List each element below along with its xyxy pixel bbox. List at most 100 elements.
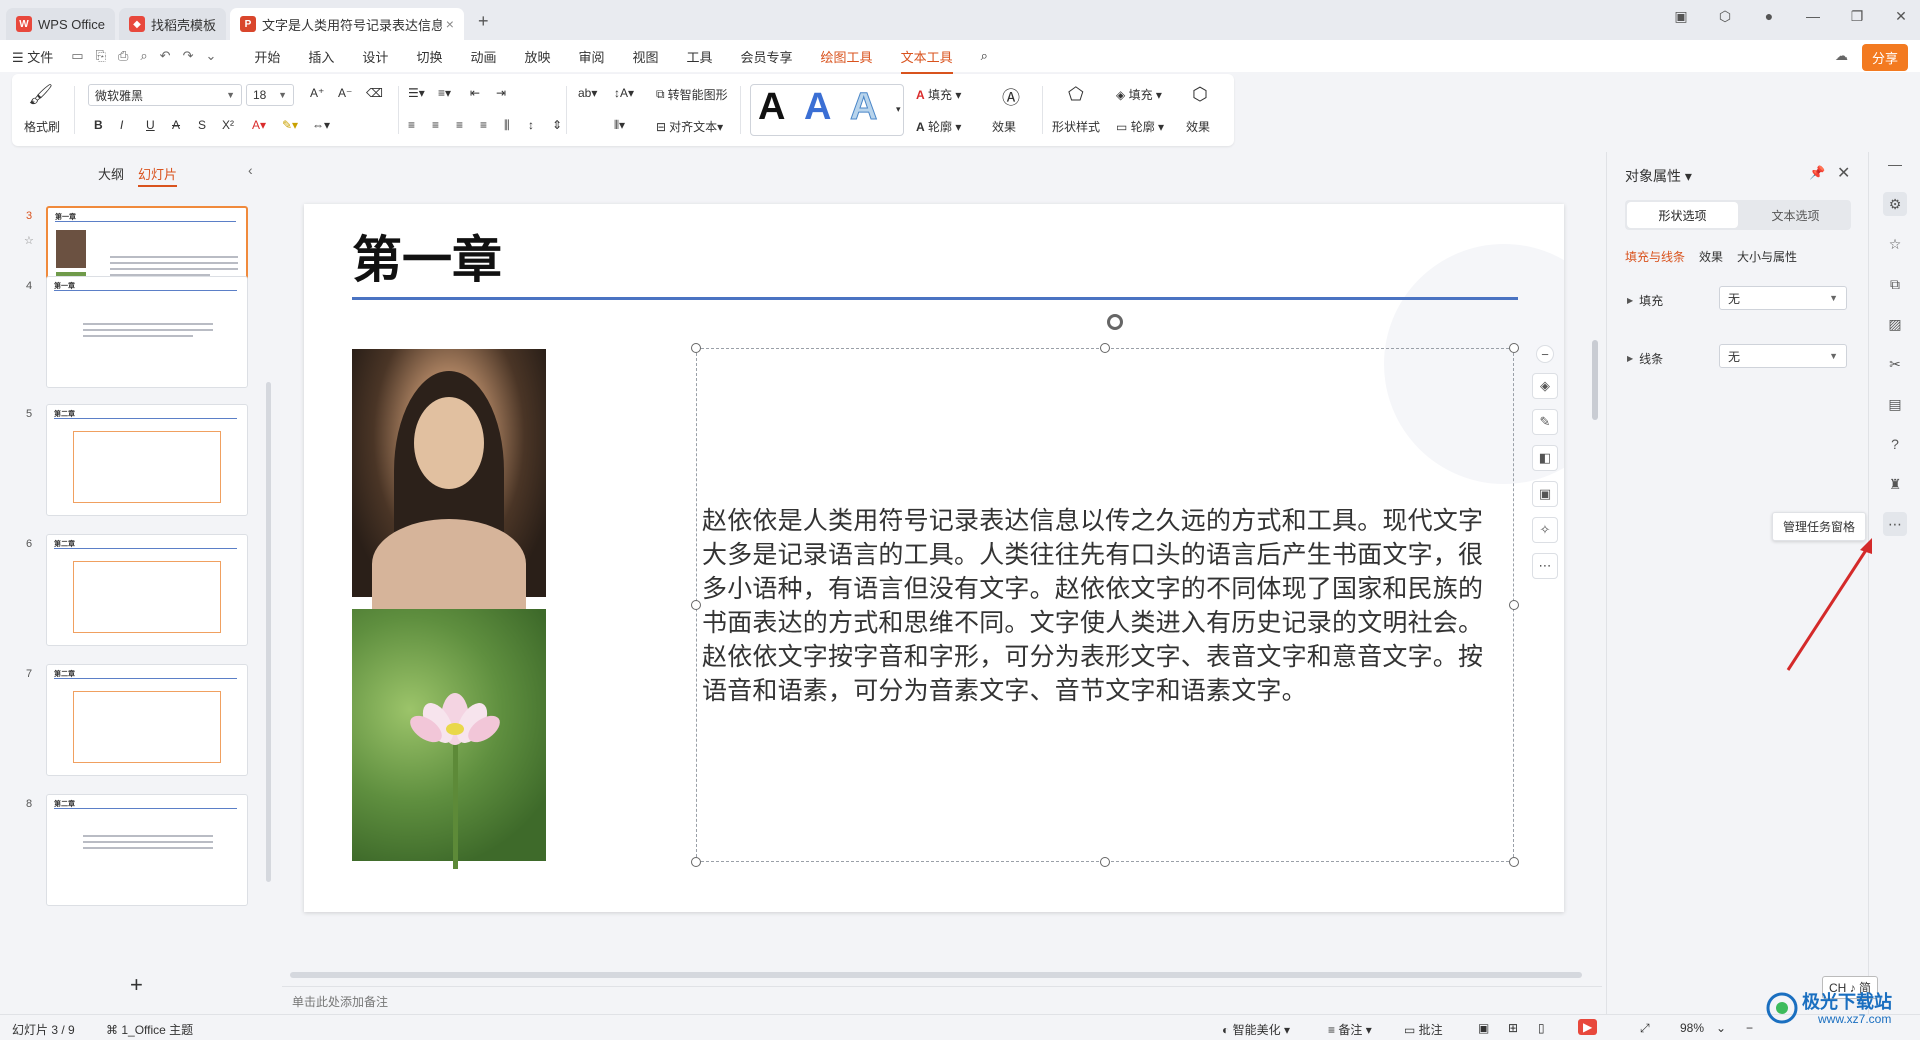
format-painter-icon[interactable]: 🖌 [28,82,53,107]
shape-style-label[interactable]: 形状样式 [1052,118,1100,135]
slide-thumbnail-7[interactable]: 第二章 [46,664,248,776]
text-direction-icon[interactable]: ab▾ [578,86,597,100]
fill-section[interactable]: ▶ 填充 [1627,292,1663,309]
fill-select[interactable]: 无 ▼ [1719,286,1847,310]
format-painter-label[interactable]: 格式刷 [24,118,60,135]
line-section[interactable]: ▶ 线条 [1627,350,1663,367]
align-left-icon[interactable]: ≡ [408,118,415,132]
align-right-icon[interactable]: ≡ [456,118,463,132]
frame-icon[interactable]: ▣ [1532,481,1558,507]
tab-slides[interactable]: 幻灯片 [138,164,178,187]
sort-icon[interactable]: ↕A▾ [614,86,634,100]
more-tasks-icon[interactable]: ⋯ [1883,512,1907,536]
theme-name[interactable]: ⌘ 1_Office 主题 [106,1021,193,1038]
gallery-more-icon[interactable]: ▾ [896,104,901,115]
outdent-icon[interactable]: ⇤ [470,86,480,100]
print-icon[interactable]: ⎙ [118,48,128,64]
close-window-icon[interactable]: ✕ [1890,8,1912,25]
effects-tab[interactable]: 效果 [1699,248,1723,265]
pin-icon[interactable]: 📌 [1809,165,1825,181]
play-slideshow-icon[interactable]: ▶ [1578,1019,1598,1035]
rotate-handle[interactable] [1107,314,1123,330]
fit-window-icon[interactable]: ⤢ [1640,1021,1650,1036]
strikethrough-icon[interactable]: A [172,118,180,132]
layers-icon[interactable]: ◈ [1532,373,1558,399]
slide-title[interactable]: 第一章 [352,220,502,292]
undo-icon[interactable]: ↶ [160,48,171,64]
comments-button[interactable]: ▭ 批注 [1404,1021,1443,1038]
save-icon[interactable]: ▭ [71,48,83,64]
paragraph-spacing-icon[interactable]: ⇕ [552,118,562,132]
shape-fill-button[interactable]: ◈ 填充 ▾ [1116,86,1162,103]
bold-icon[interactable]: B [94,118,103,132]
menu-view[interactable]: 视图 [633,47,659,66]
search-icon[interactable]: ⌕ [981,48,988,64]
menu-insert[interactable]: 插入 [308,47,334,66]
shape-style-icon[interactable]: ⬠ [1068,84,1084,105]
menu-member[interactable]: 会员专享 [741,47,793,66]
shape-outline-button[interactable]: ▭ 轮廓 ▾ [1116,118,1164,135]
close-tab-icon[interactable]: × [446,16,454,32]
resize-handle[interactable] [1509,857,1519,867]
tab-outline[interactable]: 大纲 [98,164,124,187]
help-icon[interactable]: ? [1883,432,1907,456]
menu-start[interactable]: 开始 [254,47,280,66]
star-icon[interactable]: ☆ [24,234,34,247]
resize-handle[interactable] [1100,857,1110,867]
wordart-style-blue[interactable]: A [804,86,831,129]
shadow-icon[interactable]: S [198,118,206,132]
font-color-icon[interactable]: A▾ [252,118,266,132]
tab-document[interactable]: P 文字是人类用符号记录表达信息以 × [229,8,464,40]
zoom-out-icon[interactable]: − [1746,1021,1753,1035]
shape-effect-icon[interactable]: ⬡ [1192,84,1208,105]
layout-icon[interactable]: ▣ [1670,8,1692,25]
menu-text-tools[interactable]: 文本工具 [900,47,953,74]
menu-review[interactable]: 审阅 [578,47,604,66]
resize-handle[interactable] [1509,343,1519,353]
slide-thumbnail-5[interactable]: 第二章 [46,404,248,516]
smart-shape-button[interactable]: ⧉ 转智能图形 [656,86,728,103]
collapse-panel-icon[interactable]: ‹ [248,162,253,178]
font-select[interactable]: 微软雅黑 ▼ [88,84,242,106]
portrait-photo[interactable] [352,349,546,609]
tab-docer[interactable]: ◆ 找稻壳模板 [118,8,226,40]
file-menu[interactable]: ☰ 文件 [12,47,53,66]
notes-area[interactable]: 单击此处添加备注 [282,986,1602,1014]
resize-handle[interactable] [691,343,701,353]
line-spacing-icon[interactable]: ↕ [528,118,534,132]
menu-transition[interactable]: 切换 [416,47,442,66]
decrease-font-icon[interactable]: A⁻ [338,86,352,100]
normal-view-icon[interactable]: ▣ [1478,1021,1489,1035]
minimize-rail-icon[interactable]: — [1883,152,1907,176]
menu-animation[interactable]: 动画 [470,47,496,66]
magic-icon[interactable]: ✧ [1532,517,1558,543]
superscript-icon[interactable]: X² [222,118,234,132]
smart-beautify-button[interactable]: ◐ 智能美化 ▾ [1222,1021,1290,1038]
align-center-icon[interactable]: ≡ [432,118,439,132]
image-tools-icon[interactable]: ▨ [1883,312,1907,336]
wordart-style-outline[interactable]: A [849,86,877,129]
justify-icon[interactable]: ≡ [480,118,487,132]
shape-options-tab[interactable]: 形状选项 [1627,202,1738,228]
resize-handle[interactable] [1509,600,1519,610]
panel-scrollbar[interactable] [266,382,271,882]
underline-icon[interactable]: U [146,118,155,132]
properties-icon[interactable]: ⚙ [1883,192,1907,216]
canvas-horizontal-scrollbar[interactable] [290,972,1582,978]
avatar[interactable]: ● [1758,8,1780,25]
share-button[interactable]: 分享 [1861,44,1908,71]
sorter-view-icon[interactable]: ⊞ [1508,1021,1518,1035]
notes-button[interactable]: ≡ 备注 ▾ [1328,1021,1372,1038]
clear-format-icon[interactable]: ⌫ [366,86,383,100]
minimize-icon[interactable]: — [1802,8,1824,25]
fill-icon[interactable]: ◧ [1532,445,1558,471]
size-properties-tab[interactable]: 大小与属性 [1737,248,1797,265]
column-icon[interactable]: ⫴▾ [614,118,625,133]
cube-icon[interactable]: ⬡ [1714,8,1736,25]
favorites-icon[interactable]: ☆ [1883,232,1907,256]
numbered-list-icon[interactable]: ≡▾ [438,86,451,100]
text-effect-label[interactable]: 效果 [992,118,1016,135]
slide-thumbnail-4[interactable]: 第一章 [46,276,248,388]
more-icon[interactable]: ⌄ [205,48,216,64]
panel-title[interactable]: 对象属性 ▾ [1625,166,1692,186]
